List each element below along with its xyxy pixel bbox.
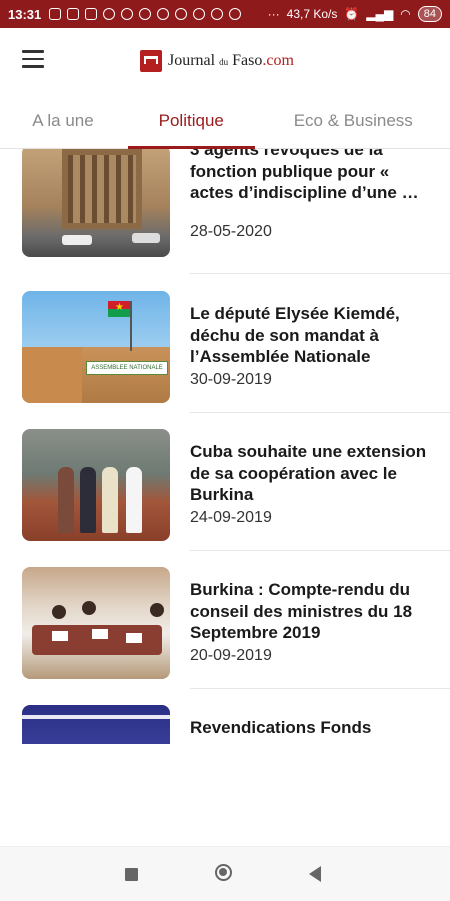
article-date: 20-09-2019 bbox=[190, 647, 272, 665]
network-speed: 43,7 Ko/s bbox=[287, 7, 338, 21]
wifi-icon: ◠ bbox=[400, 7, 410, 21]
list-item[interactable]: Cuba souhaite une extension de sa coopér… bbox=[0, 413, 450, 551]
hamburger-menu-icon[interactable] bbox=[22, 50, 44, 68]
logo-mark-icon bbox=[140, 50, 162, 72]
alarm-icon: ⏰ bbox=[344, 7, 359, 21]
list-item[interactable]: 3 agents révoqués de la fonction publiqu… bbox=[0, 149, 450, 273]
status-bar: 13:31 ··· 43,7 Ko/s ⏰ ▂▄▆ ◠ 84 bbox=[0, 0, 450, 28]
back-icon[interactable] bbox=[309, 866, 321, 882]
facebook-icon bbox=[211, 8, 223, 20]
article-date: 30-09-2019 bbox=[190, 371, 272, 389]
article-date: 24-09-2019 bbox=[190, 509, 272, 527]
article-title: 3 agents révoqués de la fonction publiqu… bbox=[190, 149, 435, 204]
article-list: 3 agents révoqués de la fonction publiqu… bbox=[0, 149, 450, 744]
article-date: 28-05-2020 bbox=[190, 223, 272, 241]
category-tabs: A la une Politique Eco & Business bbox=[0, 94, 450, 149]
tiktok-icon bbox=[139, 8, 151, 20]
tiktok-icon bbox=[121, 8, 133, 20]
whatsapp-icon bbox=[103, 8, 115, 20]
article-thumbnail bbox=[22, 705, 170, 744]
list-item[interactable]: Revendications Fonds bbox=[0, 689, 450, 744]
tab-politique[interactable]: Politique bbox=[126, 94, 257, 148]
list-item[interactable]: Burkina : Compte-rendu du conseil des mi… bbox=[0, 551, 450, 689]
logo-text: Journal du Faso.com bbox=[168, 52, 294, 70]
logo-word-com: .com bbox=[262, 52, 294, 69]
recent-apps-icon[interactable] bbox=[125, 868, 138, 881]
app-logo: Journal du Faso.com bbox=[140, 48, 294, 74]
signal-icon: ▂▄▆ bbox=[366, 7, 393, 21]
message-icon bbox=[49, 8, 61, 20]
article-title: Burkina : Compte-rendu du conseil des mi… bbox=[190, 579, 435, 644]
messenger-icon bbox=[175, 8, 187, 20]
divider bbox=[190, 273, 450, 274]
settings-icon bbox=[193, 8, 205, 20]
article-title: Revendications Fonds bbox=[190, 717, 435, 739]
logo-word-faso: Faso bbox=[232, 52, 262, 69]
tab-a-la-une[interactable]: A la une bbox=[0, 94, 126, 148]
tiktok-icon bbox=[157, 8, 169, 20]
list-item[interactable]: ASSEMBLEE NATIONALE Le député Elysée Kie… bbox=[0, 275, 450, 413]
home-icon[interactable] bbox=[215, 864, 232, 881]
status-time: 13:31 bbox=[8, 7, 41, 22]
more-icon: ··· bbox=[268, 7, 280, 21]
logo-word-journal: Journal bbox=[168, 52, 215, 69]
article-thumbnail bbox=[22, 149, 170, 257]
system-nav-bar bbox=[0, 846, 450, 901]
trash-icon bbox=[85, 8, 97, 20]
notification-icons bbox=[49, 8, 241, 20]
article-thumbnail: ASSEMBLEE NATIONALE bbox=[22, 291, 170, 403]
alert-icon bbox=[229, 8, 241, 20]
trash-icon bbox=[67, 8, 79, 20]
thumbnail-sign-text: ASSEMBLEE NATIONALE bbox=[86, 361, 168, 375]
battery-indicator: 84 bbox=[418, 6, 442, 22]
article-title: Cuba souhaite une extension de sa coopér… bbox=[190, 441, 435, 506]
article-thumbnail bbox=[22, 567, 170, 679]
tab-eco-business[interactable]: Eco & Business bbox=[257, 94, 450, 148]
app-bar: Journal du Faso.com bbox=[0, 28, 450, 94]
status-right: ··· 43,7 Ko/s ⏰ ▂▄▆ ◠ 84 bbox=[268, 6, 442, 22]
article-title: Le député Elysée Kiemdé, déchu de son ma… bbox=[190, 303, 435, 368]
article-thumbnail bbox=[22, 429, 170, 541]
logo-word-du: du bbox=[219, 57, 228, 67]
